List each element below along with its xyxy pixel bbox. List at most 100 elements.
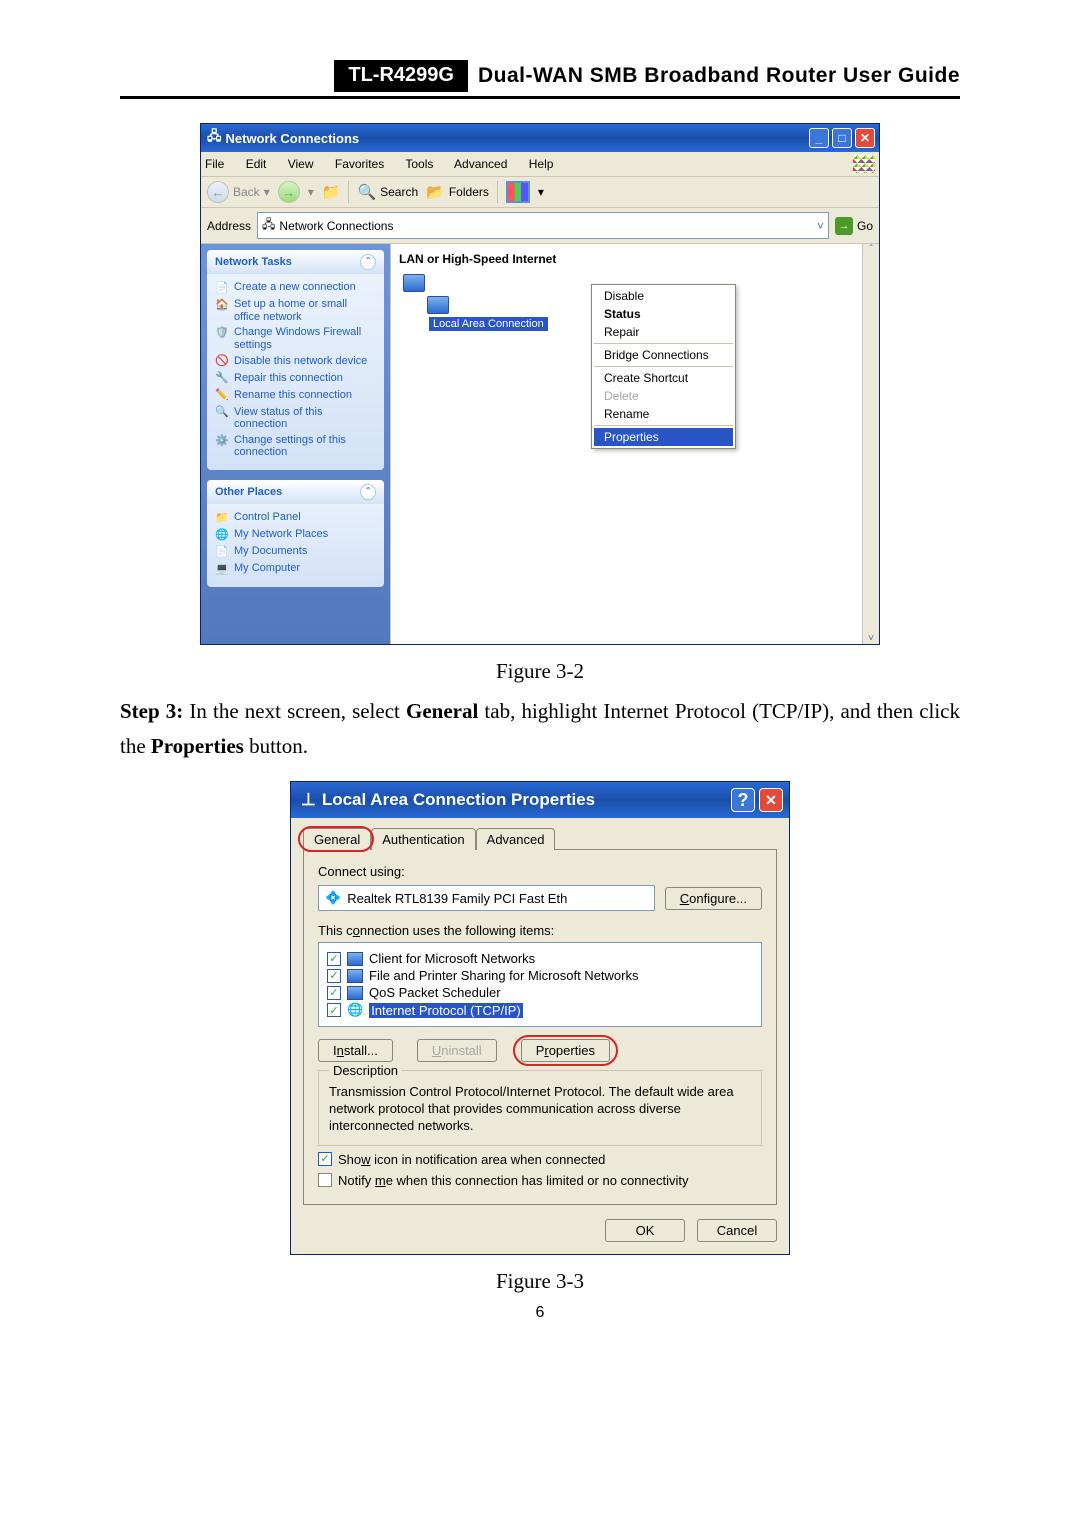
menu-tools[interactable]: Tools bbox=[405, 157, 433, 171]
uninstall-button: Uninstall bbox=[417, 1039, 497, 1062]
go-arrow-icon: → bbox=[835, 217, 853, 235]
ctx-bridge[interactable]: Bridge Connections bbox=[594, 346, 733, 364]
ctx-repair[interactable]: Repair bbox=[594, 323, 733, 341]
page-number: 6 bbox=[120, 1304, 960, 1322]
address-field[interactable]: 🖧 Network Connections ˅ bbox=[257, 212, 829, 239]
scroll-up-icon[interactable]: ˆ bbox=[869, 244, 872, 255]
figure-caption-1: Figure 3-2 bbox=[120, 659, 960, 684]
connect-using-label: Connect using: bbox=[318, 864, 762, 879]
windows-flag-icon bbox=[853, 155, 875, 173]
ok-button[interactable]: OK bbox=[605, 1219, 685, 1242]
forward-button[interactable]: → bbox=[278, 181, 300, 203]
category-heading: LAN or High-Speed Internet bbox=[399, 252, 871, 266]
doc-title: Dual-WAN SMB Broadband Router User Guide bbox=[478, 60, 960, 92]
network-connections-window: 🖧 Network Connections _ □ ✕ File Edit Vi… bbox=[200, 123, 880, 645]
task-setup-network[interactable]: 🏠Set up a home or small office network bbox=[215, 298, 376, 323]
minimize-button[interactable]: _ bbox=[809, 128, 829, 148]
show-icon-checkbox[interactable]: ✓Show icon in notification area when con… bbox=[318, 1152, 762, 1167]
model-badge: TL-R4299G bbox=[334, 60, 468, 92]
menu-edit[interactable]: Edit bbox=[246, 157, 267, 171]
components-listbox[interactable]: ✓Client for Microsoft Networks ✓File and… bbox=[318, 942, 762, 1027]
task-status[interactable]: 🔍View status of this connection bbox=[215, 406, 376, 431]
other-my-documents[interactable]: 📄My Documents bbox=[215, 545, 376, 559]
network-icon: 🖧 bbox=[262, 215, 275, 236]
main-content-area: LAN or High-Speed Internet Local Area Co… bbox=[391, 244, 879, 644]
scroll-down-icon[interactable]: ˅ bbox=[868, 633, 874, 644]
configure-button[interactable]: Configure... bbox=[665, 887, 762, 910]
task-disable-device[interactable]: 🚫Disable this network device bbox=[215, 355, 376, 369]
step-3-instruction: Step 3: In the next screen, select Gener… bbox=[120, 694, 960, 763]
ctx-properties[interactable]: Properties bbox=[594, 428, 733, 446]
ctx-status[interactable]: Status bbox=[594, 305, 733, 323]
search-button[interactable]: 🔍 Search bbox=[357, 183, 418, 201]
item-file-printer[interactable]: ✓File and Printer Sharing for Microsoft … bbox=[327, 968, 753, 983]
close-button[interactable]: ✕ bbox=[855, 128, 875, 148]
menu-help[interactable]: Help bbox=[529, 157, 554, 171]
dialog-titlebar[interactable]: ⊥ Local Area Connection Properties ? ✕ bbox=[291, 782, 789, 818]
ctx-disable[interactable]: Disable bbox=[594, 287, 733, 305]
tab-general[interactable]: General bbox=[303, 828, 371, 850]
description-text: Transmission Control Protocol/Internet P… bbox=[329, 1084, 751, 1135]
task-create-connection[interactable]: 📄Create a new connection bbox=[215, 281, 376, 295]
notify-checkbox[interactable]: Notify me when this connection has limit… bbox=[318, 1173, 762, 1188]
client-icon bbox=[347, 952, 363, 966]
search-icon: 🔍 bbox=[357, 183, 376, 201]
menu-view[interactable]: View bbox=[288, 157, 314, 171]
connection-icon[interactable] bbox=[403, 274, 449, 314]
item-tcpip[interactable]: ✓🌐Internet Protocol (TCP/IP) bbox=[327, 1002, 753, 1018]
network-icon: 🖧 bbox=[207, 127, 222, 149]
adapter-field[interactable]: 💠 Realtek RTL8139 Family PCI Fast Eth bbox=[318, 885, 655, 911]
item-client-ms[interactable]: ✓Client for Microsoft Networks bbox=[327, 951, 753, 966]
dialog-title-text: Local Area Connection Properties bbox=[322, 790, 595, 810]
views-button[interactable] bbox=[506, 181, 530, 203]
item-qos[interactable]: ✓QoS Packet Scheduler bbox=[327, 985, 753, 1000]
vertical-scrollbar[interactable]: ˆ ˅ bbox=[862, 244, 879, 644]
connection-icon: ⊥ bbox=[301, 790, 316, 810]
collapse-icon[interactable]: ˆ bbox=[360, 484, 376, 500]
ctx-rename[interactable]: Rename bbox=[594, 405, 733, 423]
folders-button[interactable]: 📂 Folders bbox=[426, 183, 489, 201]
task-repair[interactable]: 🔧Repair this connection bbox=[215, 372, 376, 386]
menu-file[interactable]: File bbox=[205, 157, 224, 171]
connection-label[interactable]: Local Area Connection bbox=[429, 317, 548, 331]
tab-advanced[interactable]: Advanced bbox=[476, 828, 556, 850]
address-label: Address bbox=[207, 219, 251, 233]
toolbar: ← Back ▾ → ▾ 📁 🔍 Search 📂 Folders ▾ bbox=[201, 177, 879, 208]
window-titlebar[interactable]: 🖧 Network Connections _ □ ✕ bbox=[201, 124, 879, 152]
share-icon bbox=[347, 969, 363, 983]
address-bar: Address 🖧 Network Connections ˅ → Go bbox=[201, 208, 879, 244]
other-control-panel[interactable]: 📁Control Panel bbox=[215, 511, 376, 525]
task-firewall[interactable]: 🛡️Change Windows Firewall settings bbox=[215, 326, 376, 351]
cancel-button[interactable]: Cancel bbox=[697, 1219, 777, 1242]
dropdown-arrow-icon[interactable]: ˅ bbox=[817, 219, 824, 233]
network-tasks-heading: Network Tasks bbox=[215, 256, 292, 268]
network-tasks-panel: Network Tasks ˆ 📄Create a new connection… bbox=[207, 250, 384, 470]
properties-button[interactable]: Properties bbox=[521, 1039, 610, 1062]
back-arrow-icon: ← bbox=[207, 181, 229, 203]
maximize-button[interactable]: □ bbox=[832, 128, 852, 148]
ctx-shortcut[interactable]: Create Shortcut bbox=[594, 369, 733, 387]
other-places-heading: Other Places bbox=[215, 486, 282, 498]
context-menu: Disable Status Repair Bridge Connections… bbox=[591, 284, 736, 449]
collapse-icon[interactable]: ˆ bbox=[360, 254, 376, 270]
menu-favorites[interactable]: Favorites bbox=[335, 157, 384, 171]
description-heading: Description bbox=[329, 1063, 402, 1078]
window-title-text: Network Connections bbox=[226, 131, 360, 146]
protocol-icon: 🌐 bbox=[347, 1002, 363, 1018]
other-places-panel: Other Places ˆ 📁Control Panel 🌐My Networ… bbox=[207, 480, 384, 587]
task-change-settings[interactable]: ⚙️Change settings of this connection bbox=[215, 434, 376, 459]
help-button[interactable]: ? bbox=[731, 788, 755, 812]
folders-icon: 📂 bbox=[426, 183, 445, 201]
tab-authentication[interactable]: Authentication bbox=[371, 828, 475, 850]
other-my-network[interactable]: 🌐My Network Places bbox=[215, 528, 376, 542]
close-button[interactable]: ✕ bbox=[759, 788, 783, 812]
up-folder-icon[interactable]: 📁 bbox=[322, 183, 341, 201]
tab-strip: General Authentication Advanced bbox=[303, 828, 777, 850]
go-button[interactable]: → Go bbox=[835, 217, 873, 235]
document-header: TL-R4299G Dual-WAN SMB Broadband Router … bbox=[120, 60, 960, 99]
task-rename[interactable]: ✏️Rename this connection bbox=[215, 389, 376, 403]
other-my-computer[interactable]: 💻My Computer bbox=[215, 562, 376, 576]
install-button[interactable]: Install... bbox=[318, 1039, 393, 1062]
back-button[interactable]: ← Back ▾ bbox=[207, 181, 270, 203]
menu-advanced[interactable]: Advanced bbox=[454, 157, 507, 171]
